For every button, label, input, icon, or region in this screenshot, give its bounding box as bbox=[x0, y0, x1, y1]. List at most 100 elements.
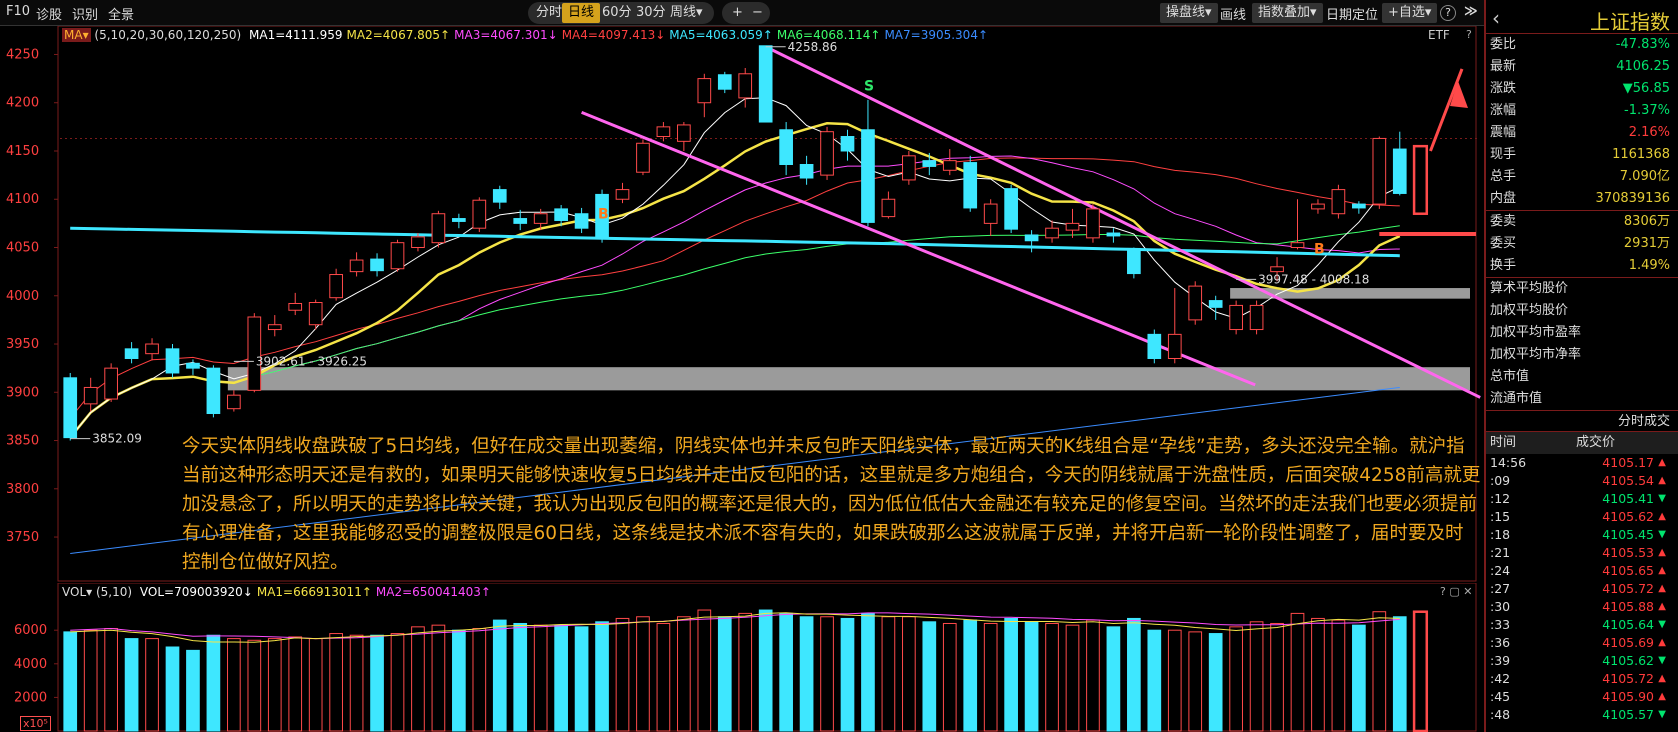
candle[interactable] bbox=[799, 155, 814, 185]
identify-button[interactable]: 识别 bbox=[72, 4, 98, 23]
candle[interactable] bbox=[308, 299, 323, 330]
candle[interactable] bbox=[492, 185, 507, 209]
candle[interactable] bbox=[1147, 329, 1162, 364]
candle[interactable] bbox=[370, 253, 384, 277]
candle[interactable] bbox=[963, 155, 978, 212]
trade-row[interactable]: :36 4105.69 ▲ bbox=[1486, 634, 1678, 652]
candle[interactable] bbox=[1290, 199, 1305, 250]
period-tab-daily[interactable]: 日线 bbox=[562, 3, 601, 23]
candle[interactable] bbox=[349, 252, 364, 277]
y-tick-label: 3950 bbox=[6, 337, 39, 352]
etf-label[interactable]: ETF bbox=[1428, 28, 1450, 42]
candle[interactable] bbox=[1004, 184, 1018, 234]
date-locate-button[interactable]: 日期定位 bbox=[1326, 4, 1378, 23]
period-tab-weekly[interactable]: 周线▾ bbox=[664, 3, 709, 23]
main-help-icon[interactable]: ? bbox=[1466, 28, 1472, 41]
candle[interactable] bbox=[861, 99, 875, 227]
back-icon[interactable]: ‹ bbox=[1492, 6, 1500, 30]
candle[interactable] bbox=[1106, 228, 1121, 243]
candle[interactable] bbox=[186, 359, 200, 375]
vol-panel-controls[interactable]: ? ▢ ✕ bbox=[1440, 585, 1472, 598]
candle[interactable] bbox=[267, 315, 282, 337]
trade-ticker-title[interactable]: 分时成交 bbox=[1486, 410, 1678, 432]
candle[interactable] bbox=[1167, 288, 1182, 364]
candle[interactable] bbox=[1311, 199, 1325, 214]
candle[interactable] bbox=[145, 338, 159, 361]
candle[interactable] bbox=[881, 191, 896, 219]
f10-button[interactable]: F10 bbox=[6, 4, 30, 19]
candle[interactable] bbox=[1392, 131, 1407, 196]
candle[interactable] bbox=[758, 45, 773, 123]
ma6-line bbox=[69, 225, 1400, 438]
candle[interactable] bbox=[574, 207, 589, 234]
candle[interactable] bbox=[1127, 247, 1141, 279]
candle[interactable] bbox=[1229, 300, 1243, 335]
candle[interactable] bbox=[717, 71, 732, 94]
candle[interactable] bbox=[636, 139, 650, 176]
candle[interactable] bbox=[1024, 230, 1039, 253]
trade-row[interactable]: :12 4105.41 ▼ bbox=[1486, 490, 1678, 508]
index-overlay-dropdown[interactable]: 指数叠加▾ bbox=[1252, 3, 1323, 23]
candle[interactable] bbox=[1188, 281, 1203, 325]
zoom-out-button[interactable]: − bbox=[746, 3, 769, 23]
draw-line-button[interactable]: 画线 bbox=[1220, 4, 1246, 23]
candle[interactable] bbox=[902, 150, 916, 185]
candle[interactable] bbox=[820, 126, 834, 180]
panorama-button[interactable]: 全景 bbox=[108, 4, 134, 23]
candle[interactable] bbox=[124, 342, 139, 364]
trade-row[interactable]: 14:56 4105.17 ▲ bbox=[1486, 454, 1678, 472]
candle[interactable] bbox=[922, 152, 937, 176]
candle[interactable] bbox=[104, 363, 118, 402]
candle[interactable] bbox=[329, 268, 343, 301]
candle[interactable] bbox=[206, 365, 221, 418]
operation-line-dropdown[interactable]: 操盘线▾ bbox=[1160, 3, 1218, 23]
trade-row[interactable]: :21 4105.53 ▲ bbox=[1486, 544, 1678, 562]
trade-row[interactable]: :48 4105.57 ▼ bbox=[1486, 706, 1678, 724]
candle[interactable] bbox=[942, 149, 957, 176]
trade-row[interactable]: :27 4105.72 ▲ bbox=[1486, 580, 1678, 598]
ma-legend-button[interactable]: MA▾ bbox=[62, 28, 91, 42]
candle[interactable] bbox=[452, 213, 466, 229]
candle[interactable] bbox=[1208, 295, 1223, 320]
legend-value: MA1=666913011↑ bbox=[256, 585, 372, 599]
candle[interactable] bbox=[1045, 220, 1059, 243]
volume-chart[interactable]: 6000 4000 2000 bbox=[0, 583, 1484, 732]
candle[interactable] bbox=[677, 122, 691, 151]
trade-row[interactable]: :30 4105.88 ▲ bbox=[1486, 598, 1678, 616]
vol-legend-button[interactable]: VOL▾ bbox=[62, 585, 92, 599]
candle[interactable] bbox=[431, 210, 446, 248]
trade-row[interactable]: :24 4105.65 ▲ bbox=[1486, 562, 1678, 580]
candle[interactable] bbox=[1065, 208, 1080, 238]
candle[interactable] bbox=[472, 197, 487, 233]
candle[interactable] bbox=[656, 122, 671, 142]
candle[interactable] bbox=[1331, 184, 1346, 219]
candle[interactable] bbox=[227, 390, 241, 412]
quote-stats-1: 委比 -47.83% 最新 4106.25 涨跌 ▼56.85 涨幅 -1.37% 震幅 2.16… bbox=[1486, 34, 1678, 210]
candle[interactable] bbox=[165, 344, 180, 378]
diagnose-button[interactable]: 诊股 bbox=[36, 4, 62, 23]
candle[interactable] bbox=[247, 313, 262, 393]
candle[interactable] bbox=[1249, 300, 1264, 335]
trade-row[interactable]: :15 4105.62 ▲ bbox=[1486, 508, 1678, 526]
collapse-icon[interactable]: ≫ bbox=[1464, 4, 1478, 19]
trade-row[interactable]: :33 4105.64 ▼ bbox=[1486, 616, 1678, 634]
candle[interactable] bbox=[288, 292, 303, 316]
candle[interactable] bbox=[390, 239, 405, 272]
y-tick-label: 4000 bbox=[6, 289, 39, 304]
candle[interactable] bbox=[83, 377, 98, 412]
add-watchlist-dropdown[interactable]: +自选▾ bbox=[1382, 3, 1438, 23]
trade-row[interactable]: :42 4105.72 ▲ bbox=[1486, 670, 1678, 688]
trade-row[interactable]: :18 4105.45 ▼ bbox=[1486, 526, 1678, 544]
candle[interactable] bbox=[779, 122, 793, 176]
candle[interactable] bbox=[697, 73, 712, 118]
candle[interactable] bbox=[615, 182, 630, 204]
help-icon[interactable]: ? bbox=[1440, 5, 1456, 21]
candle[interactable] bbox=[1086, 204, 1100, 243]
trade-row[interactable]: :39 4105.62 ▼ bbox=[1486, 652, 1678, 670]
candle[interactable] bbox=[983, 199, 998, 236]
candle[interactable] bbox=[63, 372, 78, 441]
trade-row[interactable]: :45 4105.90 ▲ bbox=[1486, 688, 1678, 706]
candle[interactable] bbox=[1372, 136, 1387, 209]
candle[interactable] bbox=[840, 129, 855, 161]
trade-row[interactable]: :09 4105.54 ▲ bbox=[1486, 472, 1678, 490]
